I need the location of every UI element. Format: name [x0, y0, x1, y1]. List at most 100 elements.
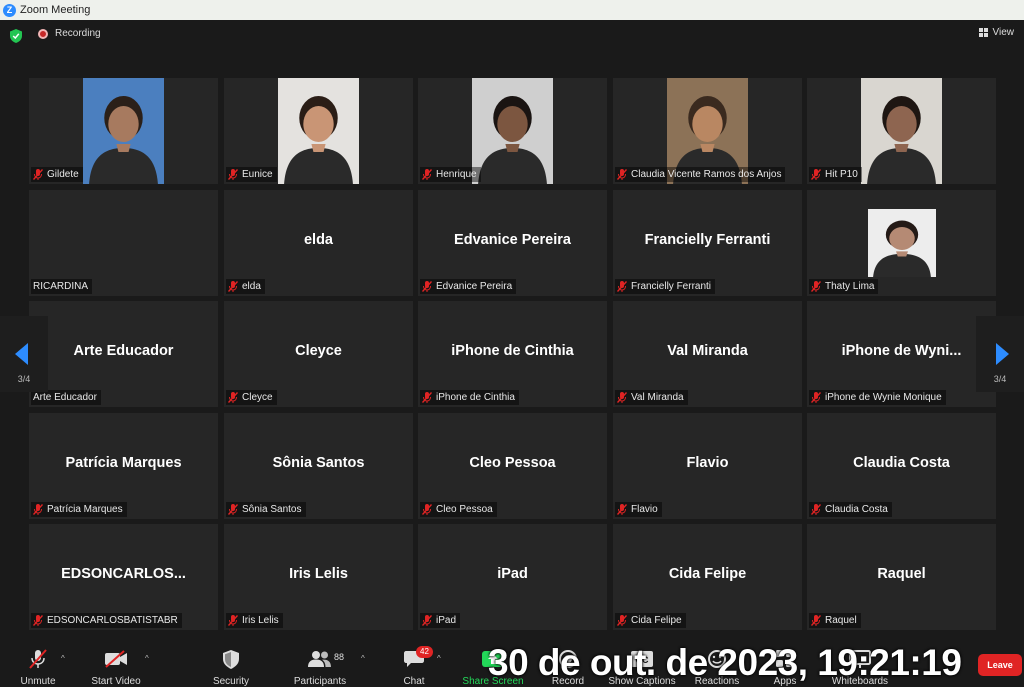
participant-name: RICARDINA	[33, 281, 89, 292]
muted-mic-icon	[422, 615, 432, 626]
unmute-label: Unmute	[20, 676, 56, 687]
participant-tile[interactable]: EDSONCARLOS... EDSONCARLOSBATISTABR	[29, 524, 218, 630]
start-video-button[interactable]: Start Video	[81, 648, 151, 687]
window-title: Zoom Meeting	[20, 4, 91, 16]
participant-name: Val Miranda	[631, 392, 684, 403]
participant-tile[interactable]: iPhone de Cinthia iPhone de Cinthia	[418, 301, 607, 407]
participant-name: elda	[242, 281, 261, 292]
participant-name: EDSONCARLOSBATISTABR	[47, 615, 178, 626]
participant-name: iPad	[436, 615, 457, 626]
participant-tile[interactable]: Eunice	[224, 78, 413, 184]
participant-video	[861, 78, 942, 184]
participant-display-name: Cleo Pessoa	[469, 455, 556, 471]
muted-mic-icon	[33, 504, 43, 515]
participants-count: 88	[334, 652, 345, 662]
participant-tile[interactable]: Hit P10	[807, 78, 996, 184]
participant-tile[interactable]: elda elda	[224, 190, 413, 296]
participant-name-label: Eunice	[226, 167, 277, 182]
muted-mic-icon	[422, 504, 432, 515]
left-arrow-icon	[15, 343, 28, 365]
encryption-shield-icon[interactable]	[10, 29, 22, 43]
participant-tile[interactable]: Cleo Pessoa Cleo Pessoa	[418, 413, 607, 519]
participant-tile[interactable]: Patrícia Marques Patrícia Marques	[29, 413, 218, 519]
participant-tile[interactable]: Claudia Costa Claudia Costa	[807, 413, 996, 519]
participants-options-caret-icon[interactable]: ^	[361, 654, 365, 663]
participant-name: Hit P10	[825, 169, 858, 180]
participant-name: Arte Educador	[33, 392, 97, 403]
zoom-logo-icon: Z	[3, 3, 16, 17]
participant-display-name: Patrícia Marques	[65, 455, 182, 471]
muted-microphone-icon	[29, 649, 47, 669]
participant-tile[interactable]: Sônia Santos Sônia Santos	[224, 413, 413, 519]
muted-mic-icon	[617, 169, 627, 180]
meeting-topbar: Recording View	[0, 20, 1024, 58]
muted-mic-icon	[811, 615, 821, 626]
participant-tile[interactable]: iPhone de Wyni... iPhone de Wynie Monique	[807, 301, 996, 407]
participant-name: Patrícia Marques	[47, 504, 123, 515]
participant-name-label: Gildete	[31, 167, 83, 182]
start-video-label: Start Video	[91, 676, 141, 687]
page-indicator-right: 3/4	[993, 374, 1007, 384]
participant-name-label: Patrícia Marques	[31, 502, 127, 517]
participant-tile[interactable]: RICARDINA	[29, 190, 218, 296]
participant-display-name: EDSONCARLOS...	[61, 566, 186, 582]
participants-button[interactable]: Participants	[285, 648, 355, 687]
muted-mic-icon	[811, 392, 821, 403]
participant-name-label: Sônia Santos	[226, 502, 306, 517]
participant-name: Cleo Pessoa	[436, 504, 493, 515]
participant-display-name: iPad	[497, 566, 528, 582]
participant-display-name: Val Miranda	[667, 343, 748, 359]
recording-indicator[interactable]: Recording	[38, 28, 101, 39]
chat-options-caret-icon[interactable]: ^	[437, 654, 441, 663]
participant-name-label: Claudia Vicente Ramos dos Anjos	[615, 167, 786, 182]
participant-video	[472, 78, 553, 184]
participant-tile[interactable]: Arte Educador Arte Educador	[29, 301, 218, 407]
participant-name-label: Raquel	[809, 613, 861, 628]
participant-name-label: Thaty Lima	[809, 279, 879, 294]
participant-name-label: Francielly Ferranti	[615, 279, 716, 294]
participant-name-label: EDSONCARLOSBATISTABR	[31, 613, 182, 628]
participant-tile[interactable]: Flavio Flavio	[613, 413, 802, 519]
leave-button[interactable]: Leave	[978, 654, 1022, 676]
participant-tile[interactable]: Francielly Ferranti Francielly Ferranti	[613, 190, 802, 296]
muted-mic-icon	[228, 615, 238, 626]
participant-name: Cleyce	[242, 392, 273, 403]
participant-name: Raquel	[825, 615, 857, 626]
audio-options-caret-icon[interactable]: ^	[61, 654, 65, 663]
muted-mic-icon	[811, 169, 821, 180]
previous-page-button[interactable]: 3/4	[0, 316, 48, 392]
participant-tile[interactable]: Cleyce Cleyce	[224, 301, 413, 407]
participant-name-label: Claudia Costa	[809, 502, 892, 517]
security-label: Security	[212, 676, 250, 687]
muted-mic-icon	[228, 504, 238, 515]
view-button[interactable]: View	[978, 27, 1014, 38]
participant-display-name: elda	[303, 232, 333, 248]
participant-display-name: Arte Educador	[73, 343, 174, 359]
participant-tile[interactable]: Henrique	[418, 78, 607, 184]
participant-display-name: Claudia Costa	[853, 455, 950, 471]
muted-mic-icon	[33, 615, 43, 626]
participant-name: Henrique	[436, 169, 477, 180]
grid-view-icon	[978, 28, 988, 37]
muted-mic-icon	[617, 281, 627, 292]
participant-name-label: Hit P10	[809, 167, 862, 182]
participant-name: iPhone de Cinthia	[436, 392, 515, 403]
participant-tile[interactable]: Edvanice Pereira Edvanice Pereira	[418, 190, 607, 296]
participant-tile[interactable]: Cida Felipe Cida Felipe	[613, 524, 802, 630]
participant-tile[interactable]: Claudia Vicente Ramos dos Anjos	[613, 78, 802, 184]
participant-name-label: Cida Felipe	[615, 613, 686, 628]
participant-tile[interactable]: Val Miranda Val Miranda	[613, 301, 802, 407]
participant-tile[interactable]: Iris Lelis Iris Lelis	[224, 524, 413, 630]
participant-name-label: iPhone de Wynie Monique	[809, 390, 946, 405]
chat-label: Chat	[403, 676, 425, 687]
participant-tile[interactable]: iPad iPad	[418, 524, 607, 630]
participant-tile[interactable]: Thaty Lima	[807, 190, 996, 296]
participant-tile[interactable]: Raquel Raquel	[807, 524, 996, 630]
next-page-button[interactable]: 3/4	[976, 316, 1024, 392]
participant-tile[interactable]: Gildete	[29, 78, 218, 184]
page-indicator-left: 3/4	[17, 374, 31, 384]
participant-display-name: Francielly Ferranti	[644, 232, 771, 248]
video-options-caret-icon[interactable]: ^	[145, 654, 149, 663]
recording-dot-icon	[38, 28, 48, 39]
security-button[interactable]: Security	[196, 648, 266, 687]
